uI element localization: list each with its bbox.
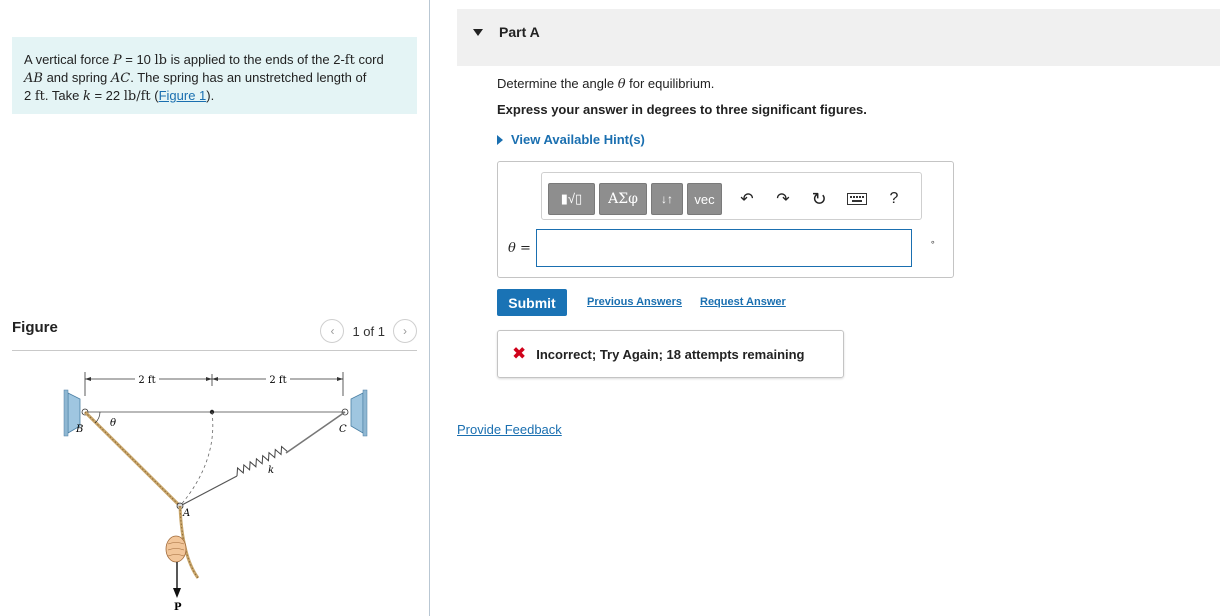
right-panel: Part A Determine the angle θ for equilib… <box>431 0 1220 616</box>
hand-icon <box>165 535 187 563</box>
label-c: C <box>339 424 347 435</box>
problem-text: ). <box>206 88 215 103</box>
var-k: k <box>82 89 91 104</box>
answer-label-text: θ = <box>508 241 531 256</box>
var-ac: AC <box>110 71 131 86</box>
collapse-caret-icon[interactable] <box>473 29 483 36</box>
figure-pager: ‹ 1 of 1 › <box>320 319 417 343</box>
arrows-button[interactable]: ↓↑ <box>651 183 683 215</box>
dimension-arrow <box>212 377 218 381</box>
keyboard-icon[interactable] <box>845 188 869 210</box>
problem-text: and spring <box>42 70 111 85</box>
hint-label: View Available Hint(s) <box>511 132 645 147</box>
wall-c <box>362 389 368 437</box>
submit-button[interactable]: Submit <box>497 289 567 316</box>
var-p: P <box>112 53 122 68</box>
question-end: for equilibrium. <box>625 76 715 91</box>
answer-input[interactable] <box>536 229 912 267</box>
answer-label: θ = <box>508 240 531 256</box>
request-answer-link[interactable]: Request Answer <box>700 296 786 308</box>
label-k: k <box>268 465 274 476</box>
unit-ft: ft <box>344 53 355 68</box>
problem-text: . Take <box>44 88 83 103</box>
label-p: P <box>174 602 182 613</box>
left-panel: A vertical force P = 10 lb is applied to… <box>0 0 430 616</box>
keyboard-icon-svg <box>847 193 867 205</box>
figure-link[interactable]: Figure 1 <box>159 88 207 103</box>
problem-text: cord <box>354 52 384 67</box>
caret-right-icon <box>497 134 503 145</box>
spring-rod <box>179 475 238 507</box>
force-arrow-head <box>173 588 181 598</box>
redo-icon[interactable]: ↷ <box>771 188 795 210</box>
problem-statement: A vertical force P = 10 lb is applied to… <box>12 37 417 114</box>
chevron-left-icon[interactable]: ‹ <box>320 319 345 343</box>
dimension-arrow <box>85 377 91 381</box>
answer-box: ▮√▯ ΑΣφ ↓↑ vec ↶ ↷ ↻ ? θ = ∘ <box>497 161 954 278</box>
dimension-arrow <box>206 377 212 381</box>
problem-text: = 10 <box>121 52 155 67</box>
problem-text: A vertical force <box>24 52 113 67</box>
math-toolbar: ▮√▯ ΑΣφ ↓↑ vec ↶ ↷ ↻ ? <box>541 172 922 220</box>
instruction-text: Express your answer in degrees to three … <box>497 102 867 117</box>
spring-coil <box>236 445 288 477</box>
undo-icon[interactable]: ↶ <box>735 188 759 210</box>
wall-b <box>63 389 69 437</box>
problem-text: 2 <box>24 88 35 103</box>
templates-button[interactable]: ▮√▯ <box>548 183 595 215</box>
help-button[interactable]: ? <box>882 188 906 210</box>
feedback-text: Incorrect; Try Again; 18 attempts remain… <box>536 346 805 362</box>
dimension-arrow <box>337 377 343 381</box>
pager-count: 1 of 1 <box>352 323 385 339</box>
previous-answers-link[interactable]: Previous Answers <box>587 296 682 308</box>
chevron-right-icon[interactable]: › <box>393 319 417 343</box>
greek-button[interactable]: ΑΣφ <box>599 183 647 215</box>
unit-lb-ft: lb/ft <box>123 89 151 104</box>
reset-icon[interactable]: ↻ <box>807 188 831 210</box>
question-text: Determine the angle θ for equilibrium. <box>497 76 714 92</box>
problem-text: . The spring has an unstretched length o… <box>130 70 367 85</box>
question-start: Determine the angle <box>497 76 618 91</box>
problem-text: is applied to the ends of the 2- <box>167 52 345 67</box>
figure-header: Figure ‹ 1 of 1 › <box>12 316 417 351</box>
figure-diagram: 2 ft 2 ft B C θ k A P <box>63 372 368 613</box>
question-theta: θ <box>617 77 626 92</box>
var-ab: AB <box>24 71 43 86</box>
unit-lb: lb <box>154 53 167 68</box>
view-hints-link[interactable]: View Available Hint(s) <box>497 132 645 147</box>
figure-title: Figure <box>12 319 58 336</box>
error-x-icon: ✖ <box>512 344 527 363</box>
part-title: Part A <box>499 24 540 40</box>
feedback-message: ✖ Incorrect; Try Again; 18 attempts rema… <box>497 330 844 378</box>
degree-unit: ∘ <box>930 237 936 247</box>
label-theta: θ <box>110 418 116 429</box>
dimension-label-2: 2 ft <box>269 375 286 386</box>
problem-text: = 22 <box>90 88 124 103</box>
provide-feedback-link[interactable]: Provide Feedback <box>457 422 562 437</box>
label-b: B <box>75 424 83 435</box>
unit-ft: ft <box>34 89 45 104</box>
dimension-label-1: 2 ft <box>138 375 155 386</box>
spring-end <box>285 411 346 454</box>
problem-text: ( <box>150 88 159 103</box>
label-a: A <box>182 508 190 519</box>
vec-button[interactable]: vec <box>687 183 722 215</box>
support-c <box>350 392 364 434</box>
part-header[interactable]: Part A <box>457 9 1220 66</box>
